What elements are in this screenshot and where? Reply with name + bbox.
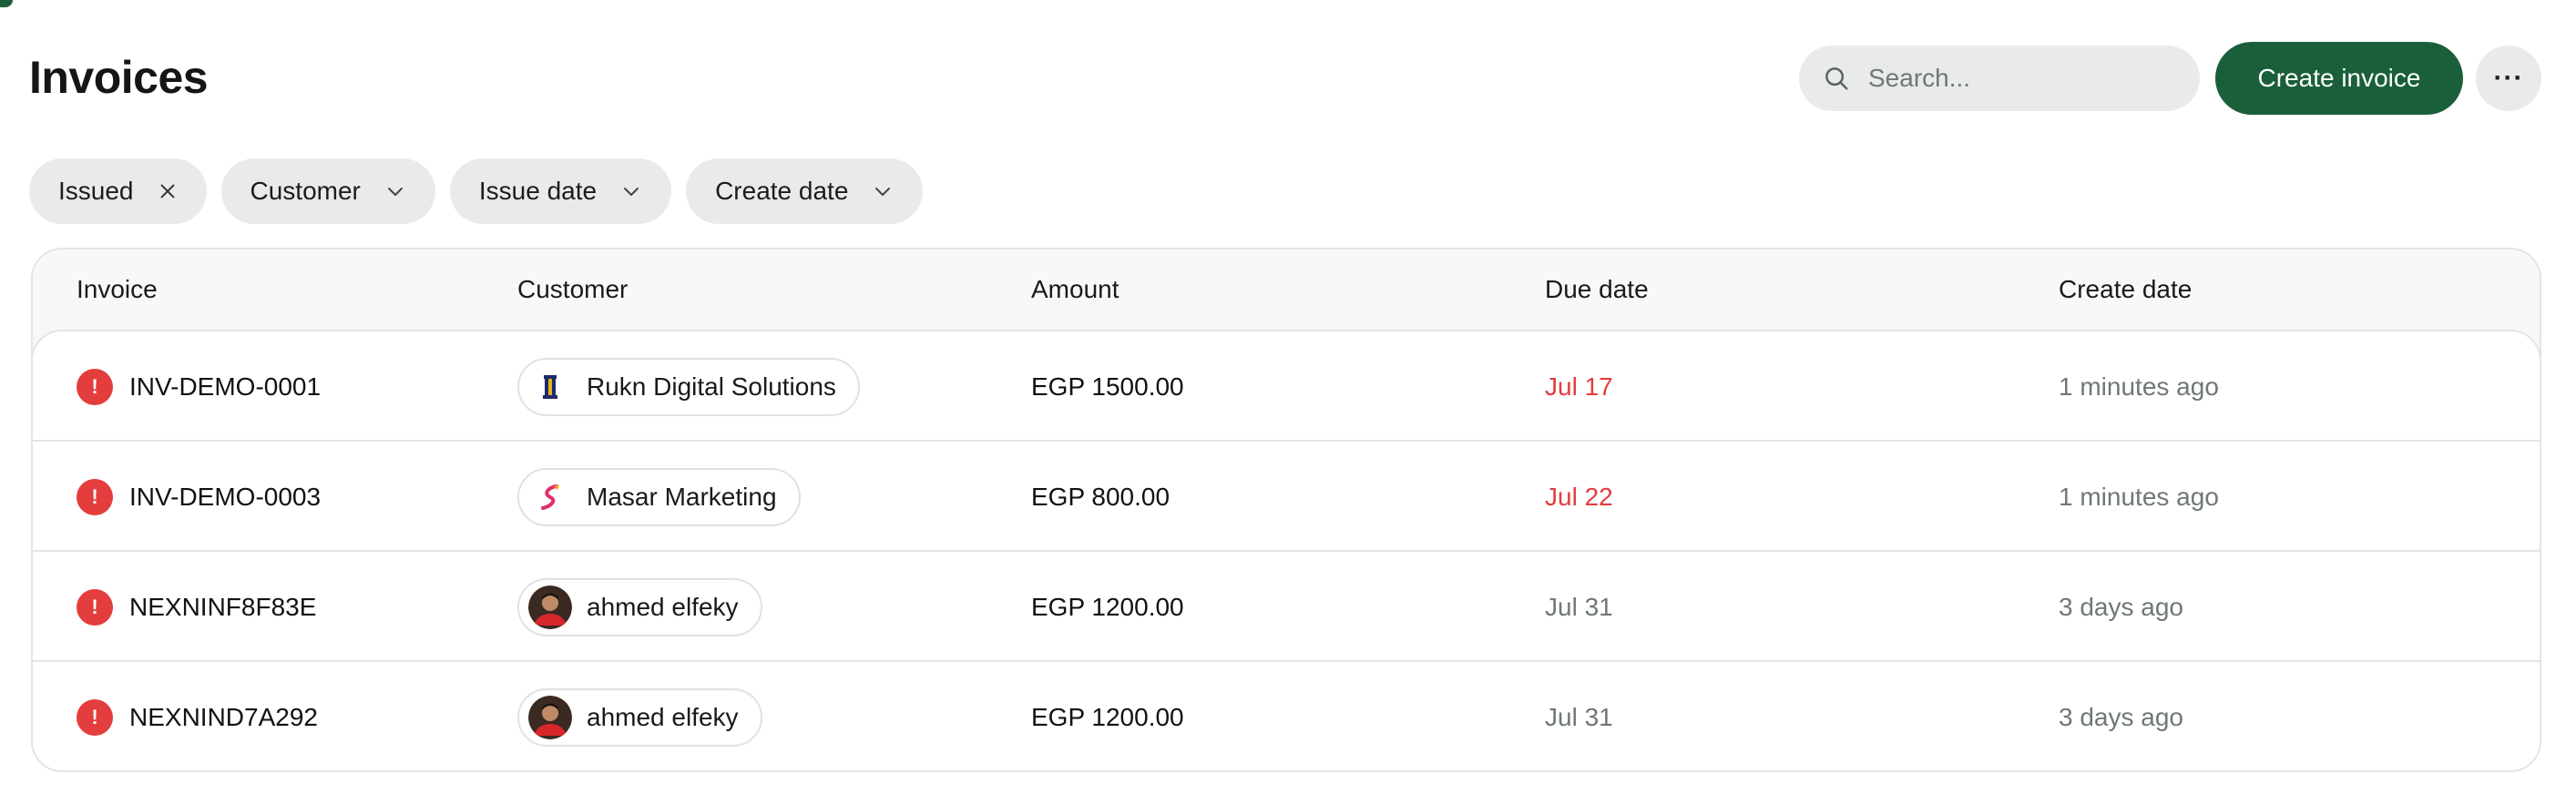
customer-pill[interactable]: ahmed elfeky <box>517 577 762 636</box>
filter-chip-issued[interactable]: Issued <box>29 158 207 224</box>
customer-name: Masar Marketing <box>587 482 777 511</box>
customer-cell: Rukn Digital Solutions <box>517 331 860 442</box>
due-date: Jul 22 <box>1545 482 1613 511</box>
invoice-number[interactable]: NEXNINF8F83E <box>129 593 316 622</box>
amount: EGP 1500.00 <box>1031 372 1184 401</box>
chevron-down-icon <box>872 180 894 202</box>
more-dots-icon: ··· <box>2493 63 2524 93</box>
table-row[interactable]: ! INV-DEMO-0001 Rukn Digital Solutions E… <box>33 331 2540 442</box>
table-row[interactable]: ! NEXNINF8F83E ahmed elfeky EGP 1200.00 … <box>33 552 2540 662</box>
filter-chip-label: Customer <box>250 177 361 205</box>
create-date: 3 days ago <box>2059 592 2183 621</box>
filter-chip-customer[interactable]: Customer <box>220 158 435 224</box>
amount: EGP 1200.00 <box>1031 702 1184 731</box>
amount: EGP 1200.00 <box>1031 592 1184 621</box>
invoices-page: Invoices Create invoice ··· Issued Custo… <box>0 0 2576 794</box>
customer-name: ahmed elfeky <box>587 702 739 731</box>
invoice-cell: ! INV-DEMO-0001 <box>77 331 321 442</box>
invoices-table: Invoice Customer Amount Due date Create … <box>31 248 2541 772</box>
invoice-number[interactable]: NEXNIND7A292 <box>129 703 318 732</box>
create-date: 3 days ago <box>2059 702 2183 731</box>
customer-name: Rukn Digital Solutions <box>587 372 836 401</box>
more-options-button[interactable]: ··· <box>2476 46 2541 111</box>
create-invoice-button[interactable]: Create invoice <box>2215 42 2463 115</box>
column-header-customer[interactable]: Customer <box>517 249 628 330</box>
column-header-amount[interactable]: Amount <box>1031 249 1119 330</box>
alert-icon: ! <box>77 698 113 736</box>
filter-chip-label: Create date <box>715 177 849 205</box>
due-date: Jul 31 <box>1545 702 1613 731</box>
alert-icon: ! <box>77 478 113 515</box>
filter-chip-label: Issue date <box>478 177 598 205</box>
create-date: 1 minutes ago <box>2059 482 2219 511</box>
column-header-create-date[interactable]: Create date <box>2059 249 2192 330</box>
amount: EGP 800.00 <box>1031 482 1170 511</box>
table-header: Invoice Customer Amount Due date Create … <box>33 249 2540 330</box>
customer-cell: ahmed elfeky <box>517 662 762 770</box>
search-icon <box>1825 67 1848 90</box>
filter-chip-label: Issued <box>58 177 134 205</box>
page-title: Invoices <box>29 52 209 103</box>
search-input[interactable] <box>1866 63 2180 94</box>
filter-chip-create-date[interactable]: Create date <box>686 158 924 224</box>
chevron-down-icon <box>620 180 642 202</box>
customer-pill[interactable]: Masar Marketing <box>517 467 801 526</box>
customer-name: ahmed elfeky <box>587 592 739 621</box>
table-row[interactable]: ! INV-DEMO-0003 Masar Marketing EGP 800.… <box>33 442 2540 552</box>
column-header-due-date[interactable]: Due date <box>1545 249 1649 330</box>
invoice-cell: ! NEXNINF8F83E <box>77 552 316 662</box>
customer-pill[interactable]: Rukn Digital Solutions <box>517 357 860 416</box>
invoice-cell: ! NEXNIND7A292 <box>77 662 318 770</box>
column-header-invoice[interactable]: Invoice <box>77 249 158 330</box>
customer-pill[interactable]: ahmed elfeky <box>517 687 762 747</box>
alert-icon: ! <box>77 368 113 405</box>
search-box[interactable] <box>1799 46 2200 111</box>
due-date: Jul 31 <box>1545 592 1613 621</box>
avatar <box>528 585 572 629</box>
filter-chips: Issued Customer Issue date Create date <box>29 158 924 224</box>
invoice-cell: ! INV-DEMO-0003 <box>77 442 321 552</box>
chevron-down-icon <box>384 180 406 202</box>
invoice-number[interactable]: INV-DEMO-0003 <box>129 483 321 512</box>
close-icon[interactable] <box>158 181 178 201</box>
table-row[interactable]: ! NEXNIND7A292 ahmed elfeky EGP 1200.00 … <box>33 662 2540 770</box>
customer-cell: Masar Marketing <box>517 442 801 552</box>
corner-accent <box>0 0 13 7</box>
alert-icon: ! <box>77 588 113 626</box>
invoice-number[interactable]: INV-DEMO-0001 <box>129 372 321 402</box>
rukn-logo-icon <box>528 365 572 409</box>
table-body: ! INV-DEMO-0001 Rukn Digital Solutions E… <box>31 330 2541 772</box>
create-date: 1 minutes ago <box>2059 372 2219 401</box>
avatar <box>528 695 572 739</box>
filter-chip-issue-date[interactable]: Issue date <box>449 158 672 224</box>
masar-logo-icon <box>528 475 572 519</box>
due-date: Jul 17 <box>1545 372 1613 401</box>
customer-cell: ahmed elfeky <box>517 552 762 662</box>
